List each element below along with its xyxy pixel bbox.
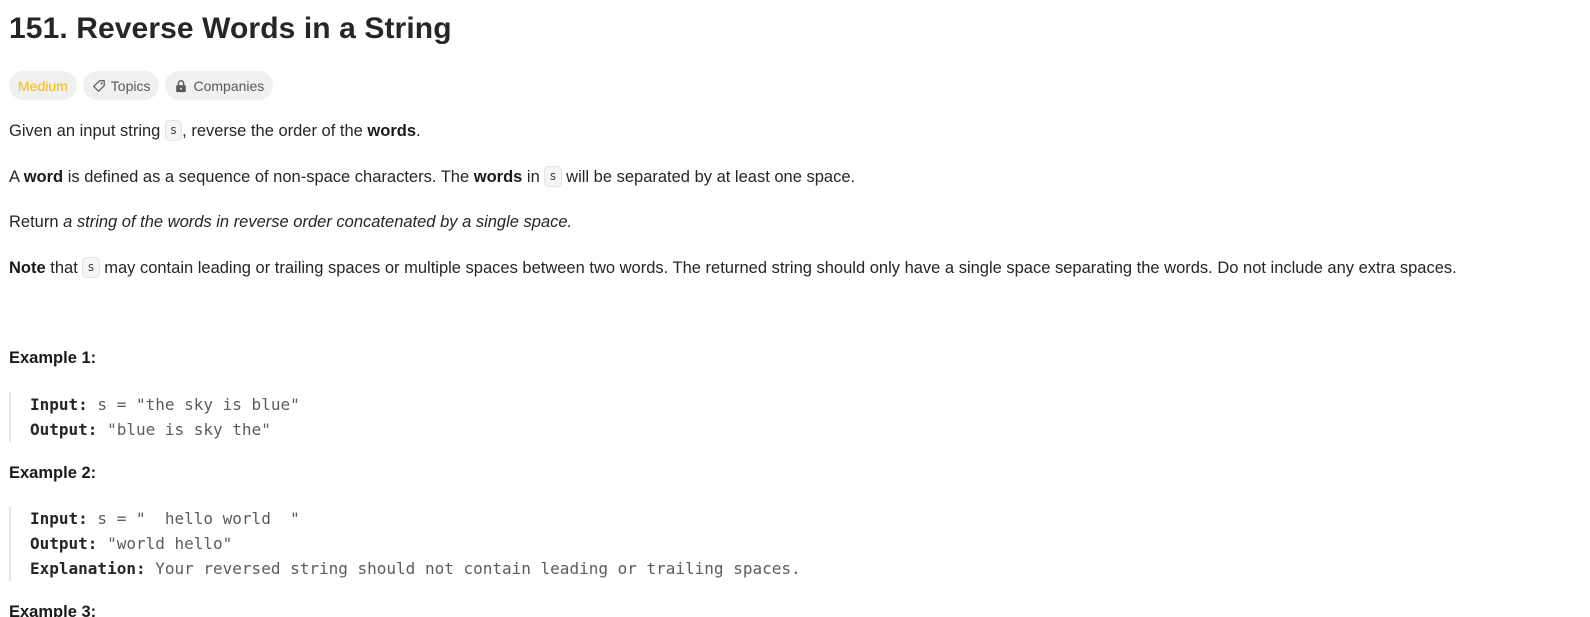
output-label: Output: — [30, 420, 98, 439]
problem-description: 151. Reverse Words in a String Medium To… — [0, 0, 1590, 617]
description-paragraph-2: A word is defined as a sequence of non-s… — [9, 166, 856, 188]
text: that — [45, 258, 83, 277]
italic-text: a string of the words in reverse order c… — [63, 213, 573, 231]
topics-label: Topics — [110, 77, 151, 94]
companies-button[interactable]: Companies — [165, 71, 274, 100]
bold-text: words — [473, 167, 523, 186]
inline-code: s — [164, 120, 183, 141]
lock-icon — [176, 79, 187, 92]
description-paragraph-4: Note that s may contain leading or trail… — [9, 257, 1457, 279]
example-1-title: Example 1: — [9, 349, 97, 367]
text: will be separated by at least one space. — [561, 167, 856, 186]
example-2-title: Example 2: — [9, 464, 97, 482]
text: A — [9, 167, 24, 186]
text: Return — [9, 213, 64, 231]
bold-text: Note — [9, 258, 46, 277]
problem-tags: Medium Topics Companies — [9, 71, 274, 100]
text: may contain leading or trailing spaces o… — [99, 258, 1457, 277]
example-1-block: Input: s = "the sky is blue" Output: "bl… — [9, 392, 300, 442]
bold-text: words — [367, 121, 417, 140]
bold-text: word — [23, 167, 64, 186]
text: is defined as a sequence of non-space ch… — [63, 167, 474, 186]
text: in — [522, 167, 545, 186]
tag-icon — [92, 79, 105, 92]
explanation-value: Your reversed string should not contain … — [145, 559, 801, 578]
description-paragraph-3: Return a string of the words in reverse … — [9, 213, 572, 232]
example-3-title: Example 3: — [9, 603, 97, 617]
inline-code: s — [544, 166, 562, 187]
text: . — [416, 121, 421, 140]
input-label: Input: — [30, 509, 88, 528]
topics-button[interactable]: Topics — [82, 71, 160, 100]
output-value: "blue is sky the" — [97, 420, 271, 439]
example-2-block: Input: s = " hello world " Output: "worl… — [9, 506, 801, 581]
difficulty-badge: Medium — [9, 71, 77, 100]
problem-title[interactable]: 151. Reverse Words in a String — [9, 12, 452, 46]
text: Given an input string — [9, 121, 165, 140]
input-label: Input: — [30, 395, 88, 414]
inline-code: s — [82, 257, 100, 278]
companies-label: Companies — [193, 77, 265, 94]
input-value: s = " hello world " — [87, 509, 300, 528]
explanation-label: Explanation: — [30, 559, 146, 578]
text: , reverse the order of the — [182, 121, 368, 140]
output-label: Output: — [30, 534, 98, 553]
input-value: s = "the sky is blue" — [87, 395, 300, 414]
description-paragraph-1: Given an input string s, reverse the ord… — [9, 120, 421, 142]
output-value: "world hello" — [97, 534, 233, 553]
